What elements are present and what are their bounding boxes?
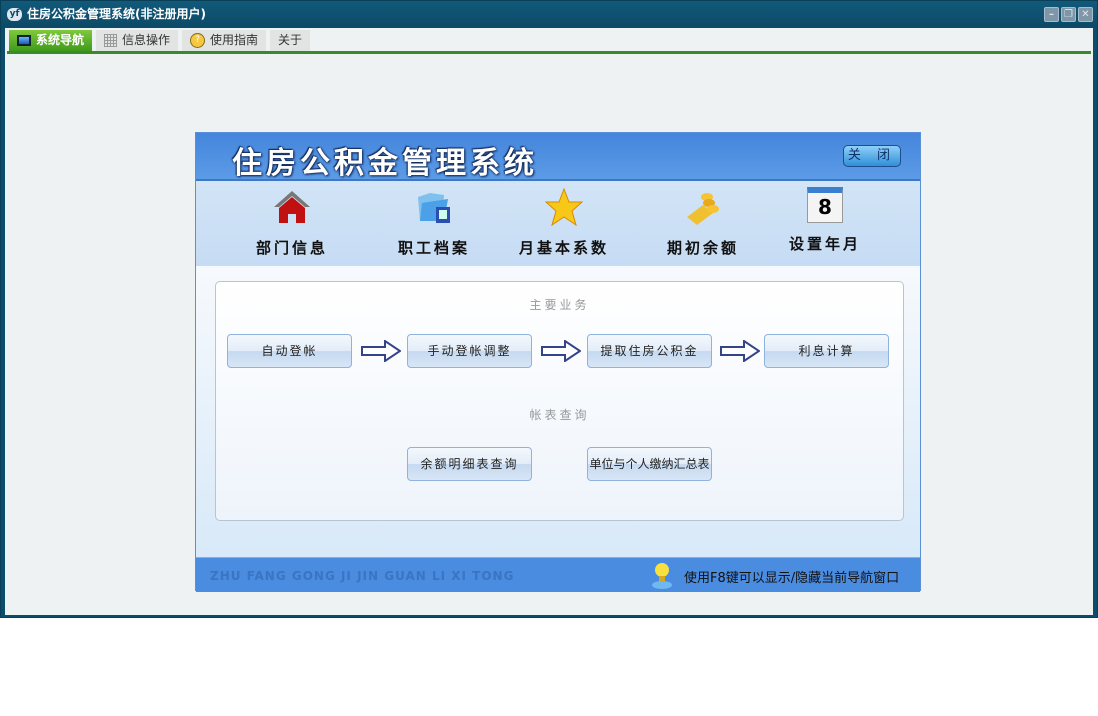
nav-label: 期初余额 [666,239,739,257]
tab-label: 使用指南 [210,33,259,47]
window-title: 住房公积金管理系统(非注册用户) [27,7,206,21]
nav-department[interactable]: 部门信息 [242,187,342,258]
manual-posting-button[interactable]: 手动登帐调整 [407,334,532,368]
navigation-panel: 住房公积金管理系统 关 闭 部门信息 职工档案 月基本系数 期初余额 8 设置年… [195,132,921,592]
tab-info-ops[interactable]: 信息操作 [96,30,179,51]
nav-icon-row: 部门信息 职工档案 月基本系数 期初余额 8 设置年月 [196,181,920,266]
folder-icon [414,187,454,227]
tab-label: 关于 [278,33,303,47]
nav-set-year-month[interactable]: 8 设置年月 [775,187,875,254]
tab-label: 系统导航 [36,33,85,47]
balance-detail-query-button[interactable]: 余额明细表查询 [407,447,532,481]
nav-label: 设置年月 [788,235,861,253]
interest-calc-button[interactable]: 利息计算 [764,334,889,368]
auto-posting-button[interactable]: 自动登帐 [227,334,352,368]
minimize-button[interactable]: – [1044,7,1059,22]
star-icon [544,187,584,227]
tab-system-nav[interactable]: 系统导航 [9,30,93,51]
main-business-title: 主要业务 [529,298,590,312]
contribution-summary-button[interactable]: 单位与个人缴纳汇总表 [587,447,712,481]
app-icon: yf [7,8,22,21]
restore-button[interactable]: ❐ [1061,7,1076,22]
calendar-icon: 8 [807,187,843,223]
query-title: 帐表查询 [529,408,590,422]
nav-label: 部门信息 [255,239,328,257]
house-icon [272,187,312,227]
panel-title: 住房公积金管理系统 [232,146,538,181]
business-group: 主要业务 自动登帐 手动登帐调整 提取住房公积金 利息计算 帐表查询 余额明细表… [215,281,904,521]
tab-divider [7,51,1091,54]
pinyin-caption: ZHU FANG GONG JI JIN GUAN LI XI TONG [210,569,515,583]
monitor-icon [17,35,31,46]
help-icon: ? [190,33,206,48]
coins-icon [683,187,723,227]
nav-monthly-coefficient[interactable]: 月基本系数 [514,187,614,258]
tab-label: 信息操作 [122,33,171,47]
tab-bar: 系统导航 信息操作 ? 使用指南 关于 [9,30,311,52]
tab-guide[interactable]: ? 使用指南 [182,30,267,51]
nav-label: 职工档案 [397,239,470,257]
title-bar: yf 住房公积金管理系统(非注册用户) – ❐ ✕ [1,1,1097,28]
nav-label: 月基本系数 [518,239,609,257]
arrow-icon [720,339,761,363]
arrow-icon [361,339,402,363]
grid-icon [104,34,118,47]
close-button[interactable]: 关 闭 [843,145,901,167]
close-window-button[interactable]: ✕ [1078,7,1093,22]
withdraw-fund-button[interactable]: 提取住房公积金 [587,334,712,368]
panel-footer: ZHU FANG GONG JI JIN GUAN LI XI TONG 使用F… [196,557,920,592]
lightbulb-icon [651,561,673,589]
arrow-icon [541,339,582,363]
f8-tip: 使用F8键可以显示/隐藏当前导航窗口 [684,571,900,586]
tab-about[interactable]: 关于 [270,30,311,51]
nav-opening-balance[interactable]: 期初余额 [653,187,753,258]
panel-header: 住房公积金管理系统 关 闭 [196,133,920,181]
nav-employee-files[interactable]: 职工档案 [384,187,484,258]
